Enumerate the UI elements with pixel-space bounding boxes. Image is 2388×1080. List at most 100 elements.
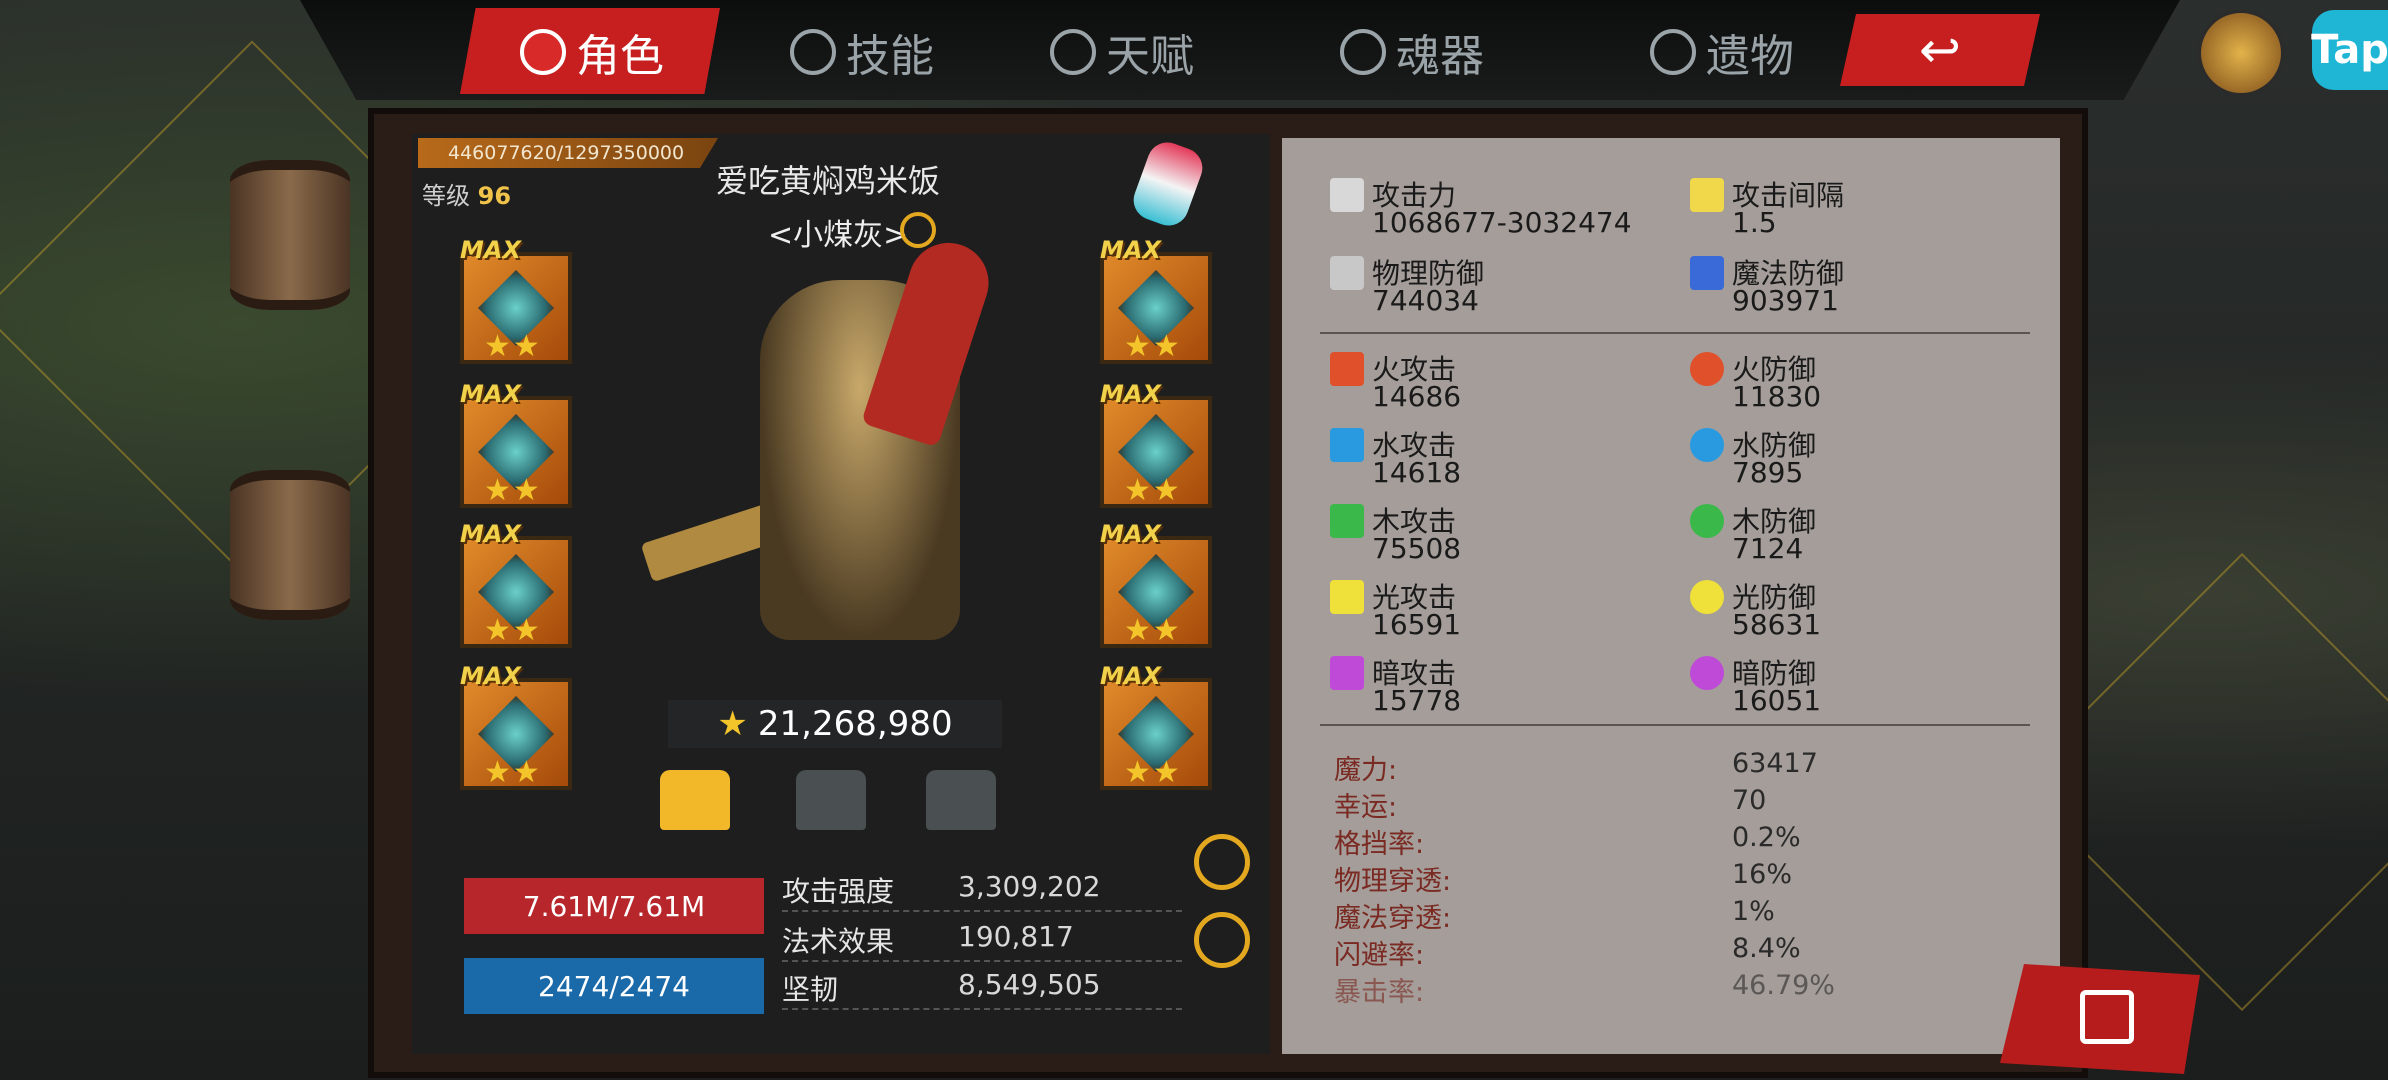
- equipment-slot[interactable]: MAX ★★: [460, 380, 572, 508]
- hp-bar: 7.61M/7.61M: [464, 878, 764, 934]
- stats-panel: 攻击力 1068677-3032474 攻击间隔 1.5 物理防御 744034…: [1282, 138, 2060, 1054]
- stat-value: 75508: [1372, 532, 1462, 565]
- tab-talent[interactable]: 天赋: [1050, 22, 1194, 82]
- divider: [782, 1008, 1182, 1010]
- sword-icon: [1330, 178, 1364, 212]
- stat-value: 16%: [1732, 859, 1793, 890]
- equipment-slot[interactable]: MAX ★★: [1100, 236, 1212, 364]
- alert-icon[interactable]: [1194, 834, 1250, 890]
- star-rating: ★★: [484, 613, 542, 648]
- divider: [782, 910, 1182, 912]
- stat-label: 坚韧: [782, 973, 839, 1006]
- tab-label: 技能: [846, 31, 934, 82]
- barrel: [230, 470, 350, 620]
- stat-value: 11830: [1732, 380, 1822, 413]
- max-badge: MAX: [1100, 380, 1161, 408]
- tab-label: 遗物: [1706, 31, 1794, 82]
- relics-tab-icon: [1650, 29, 1696, 75]
- skills-tab-icon: [790, 29, 836, 75]
- star-rating: ★★: [484, 473, 542, 508]
- divider: [1320, 332, 2030, 334]
- star-icon: ★: [717, 704, 748, 744]
- barrel: [230, 160, 350, 310]
- equipment-slot[interactable]: MAX ★★: [1100, 520, 1212, 648]
- character-portrait: [640, 232, 1040, 680]
- divider: [782, 960, 1182, 962]
- stat-value: 903971: [1732, 284, 1839, 317]
- star-rating: ★★: [1124, 473, 1182, 508]
- wood-defense-icon: [1690, 504, 1724, 538]
- stat-label: 魔法穿透:: [1334, 903, 1452, 934]
- tab-label: 魂器: [1396, 31, 1484, 82]
- stat-wood-defense: 木防御 7124: [1690, 500, 2030, 570]
- exp-bar: 446077620/1297350000: [418, 138, 718, 168]
- stat-attack: 攻击力 1068677-3032474: [1330, 174, 1670, 244]
- armor-set-tab[interactable]: [926, 770, 996, 830]
- level: 等级 96: [422, 176, 511, 211]
- stat-value: 3,309,202: [958, 870, 1101, 903]
- stat-value: 744034: [1372, 284, 1479, 317]
- mp-bar: 2474/2474: [464, 958, 764, 1014]
- stat-value: 8,549,505: [958, 968, 1101, 1001]
- star-rating: ★★: [484, 755, 542, 790]
- soul-vessel-tab-icon: [1340, 29, 1386, 75]
- stat-value: 15778: [1372, 684, 1462, 717]
- max-badge: MAX: [460, 236, 521, 264]
- max-badge: MAX: [1100, 236, 1161, 264]
- stat-label: 魔力:: [1334, 755, 1398, 786]
- divider: [1320, 724, 2030, 726]
- stat-water-defense: 水防御 7895: [1690, 424, 2030, 494]
- stat-value: 1%: [1732, 896, 1775, 927]
- stat-label: 攻击强度: [782, 875, 895, 908]
- tab-relics[interactable]: 遗物: [1650, 22, 1794, 82]
- equipment-slot[interactable]: MAX ★★: [460, 236, 572, 364]
- stat-value: 7124: [1732, 532, 1804, 565]
- stat-label: 物理穿透:: [1334, 866, 1452, 897]
- armor-set-tab[interactable]: [796, 770, 866, 830]
- menu-corner-button[interactable]: [2000, 964, 2200, 1074]
- stat-value: 46.79%: [1732, 970, 1835, 1001]
- tab-skills[interactable]: 技能: [790, 22, 934, 82]
- combat-power: ★ 21,268,980: [668, 700, 1002, 748]
- orbit-icon[interactable]: [1194, 912, 1250, 968]
- tab-soul-vessel[interactable]: 魂器: [1340, 22, 1484, 82]
- back-arrow-icon: ↩: [1919, 21, 1961, 79]
- water-defense-icon: [1690, 428, 1724, 462]
- stat-value: 14686: [1372, 380, 1462, 413]
- armor-set-tab[interactable]: [660, 770, 730, 830]
- water-attack-icon: [1330, 428, 1364, 462]
- star-rating: ★★: [1124, 329, 1182, 364]
- equipment-slot[interactable]: MAX ★★: [460, 520, 572, 648]
- light-defense-icon: [1690, 580, 1724, 614]
- stat-value: 0.2%: [1732, 822, 1801, 853]
- stat-label: 暴击率:: [1334, 977, 1425, 1008]
- magic-defense-icon: [1690, 256, 1724, 290]
- menu-icon: [2080, 990, 2134, 1044]
- stat-value: 7895: [1732, 456, 1804, 489]
- max-badge: MAX: [460, 662, 521, 690]
- stat-value: 14618: [1372, 456, 1462, 489]
- stat-label: 闪避率:: [1334, 940, 1425, 971]
- max-badge: MAX: [460, 380, 521, 408]
- stat-wood-attack: 木攻击 75508: [1330, 500, 1670, 570]
- fire-attack-icon: [1330, 352, 1364, 386]
- tap-button[interactable]: Tap: [2311, 10, 2388, 90]
- stat-magic-defense: 魔法防御 903971: [1690, 252, 2030, 322]
- character-name: 爱吃黄焖鸡米饭: [716, 162, 941, 200]
- star-rating: ★★: [484, 329, 542, 364]
- equipment-slot[interactable]: MAX ★★: [1100, 662, 1212, 790]
- wood-attack-icon: [1330, 504, 1364, 538]
- tab-character[interactable]: 角色: [520, 22, 664, 82]
- stat-value: 70: [1732, 785, 1767, 816]
- treasure-chest-button[interactable]: [2198, 10, 2284, 96]
- star-rating: ★★: [1124, 755, 1182, 790]
- dark-defense-icon: [1690, 656, 1724, 690]
- stat-value: 8.4%: [1732, 933, 1801, 964]
- stat-light-attack: 光攻击 16591: [1330, 576, 1670, 646]
- equipment-slot[interactable]: MAX ★★: [1100, 380, 1212, 508]
- fire-defense-icon: [1690, 352, 1724, 386]
- stat-value: 16591: [1372, 608, 1462, 641]
- equipment-slot[interactable]: MAX ★★: [460, 662, 572, 790]
- tab-label: 角色: [576, 31, 664, 82]
- back-button[interactable]: ↩: [1840, 14, 2040, 86]
